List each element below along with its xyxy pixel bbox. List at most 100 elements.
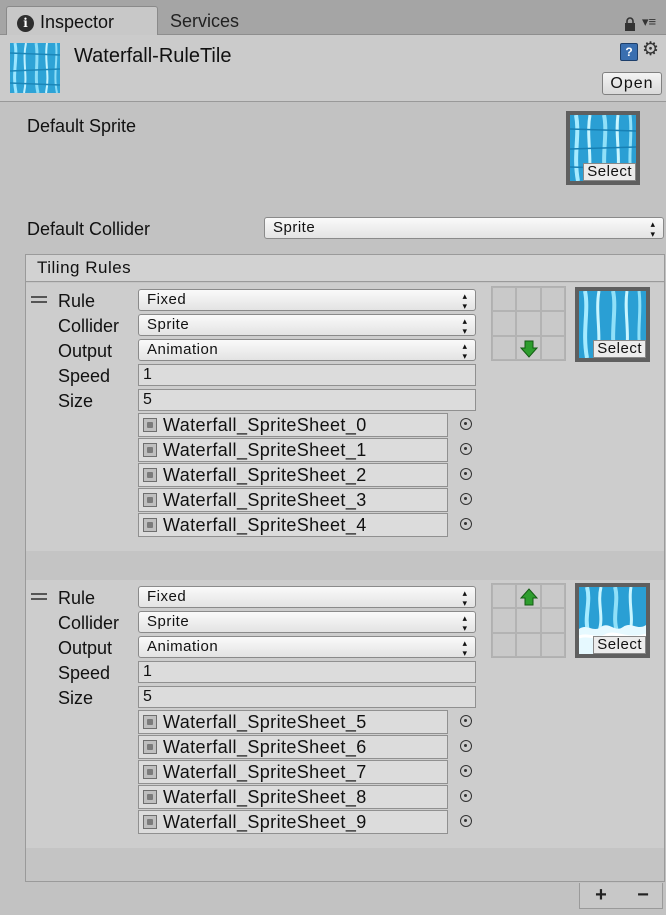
rule-value: Fixed xyxy=(147,291,187,308)
default-collider-dropdown[interactable]: Sprite ▴ ▾ xyxy=(264,217,664,239)
sprite-object-field[interactable]: Waterfall_SpriteSheet_7 xyxy=(138,760,448,784)
grid-cell[interactable] xyxy=(540,335,565,360)
remove-rule-button[interactable]: − xyxy=(622,883,664,907)
tab-bar: i Inspector Services ▾≡ xyxy=(0,0,666,36)
sprite-name: Waterfall_SpriteSheet_7 xyxy=(163,762,367,782)
default-collider-value: Sprite xyxy=(273,219,316,236)
lock-icon[interactable] xyxy=(624,15,636,31)
speed-label: Speed xyxy=(58,366,111,386)
rule-value: Fixed xyxy=(147,588,187,605)
sprite-name: Waterfall_SpriteSheet_2 xyxy=(163,465,367,485)
sprite-object-field[interactable]: Waterfall_SpriteSheet_4 xyxy=(138,513,448,537)
speed-input[interactable]: 1 xyxy=(138,661,476,683)
grid-cell[interactable] xyxy=(540,311,565,336)
collider-dropdown[interactable]: Sprite ▴ ▾ xyxy=(138,314,476,336)
grid-cell[interactable] xyxy=(492,311,517,336)
grid-cell[interactable] xyxy=(516,608,541,633)
rule-sprite-field[interactable]: Select xyxy=(575,287,650,362)
object-picker-icon[interactable] xyxy=(460,740,472,752)
default-sprite-label: Default Sprite xyxy=(27,116,137,136)
sprite-object-field[interactable]: Waterfall_SpriteSheet_0 xyxy=(138,413,448,437)
grid-cell[interactable] xyxy=(492,632,517,657)
sprite-object-field[interactable]: Waterfall_SpriteSheet_3 xyxy=(138,488,448,512)
object-picker-icon[interactable] xyxy=(460,418,472,430)
sprite-icon xyxy=(143,418,157,432)
sprite-object-field[interactable]: Waterfall_SpriteSheet_2 xyxy=(138,463,448,487)
dropdown-arrows-icon: ▴ ▾ xyxy=(650,219,656,239)
collider-label: Collider xyxy=(58,613,120,633)
object-picker-icon[interactable] xyxy=(460,765,472,777)
rule-sprite-select-button[interactable]: Select xyxy=(593,636,646,654)
open-button[interactable]: Open xyxy=(602,72,662,95)
size-label: Size xyxy=(58,391,94,411)
grid-cell[interactable] xyxy=(492,608,517,633)
sprite-object-field[interactable]: Waterfall_SpriteSheet_6 xyxy=(138,735,448,759)
grid-cell[interactable] xyxy=(540,632,565,657)
sprite-name: Waterfall_SpriteSheet_0 xyxy=(163,415,367,435)
object-picker-icon[interactable] xyxy=(460,815,472,827)
neighbor-rule-grid[interactable] xyxy=(491,583,566,658)
down-arrow-icon xyxy=(520,340,539,358)
rule-dropdown[interactable]: Fixed ▴ ▾ xyxy=(138,289,476,311)
grid-cell[interactable] xyxy=(492,287,517,312)
grid-cell[interactable] xyxy=(516,287,541,312)
grid-cell[interactable] xyxy=(516,311,541,336)
object-picker-icon[interactable] xyxy=(460,715,472,727)
grid-cell[interactable] xyxy=(540,287,565,312)
drag-handle-icon[interactable] xyxy=(31,296,47,303)
sprite-name: Waterfall_SpriteSheet_4 xyxy=(163,515,367,535)
output-value: Animation xyxy=(147,341,219,358)
size-input[interactable]: 5 xyxy=(138,389,476,411)
grid-cell[interactable] xyxy=(492,584,517,609)
output-dropdown[interactable]: Animation ▴ ▾ xyxy=(138,636,476,658)
dropdown-arrows-icon: ▴ ▾ xyxy=(462,613,468,633)
gear-icon[interactable]: ⚙ xyxy=(642,39,664,61)
dropdown-arrows-icon: ▴ ▾ xyxy=(462,316,468,336)
collider-dropdown[interactable]: Sprite ▴ ▾ xyxy=(138,611,476,633)
neighbor-rule-grid[interactable] xyxy=(491,286,566,361)
size-label: Size xyxy=(58,688,94,708)
object-picker-icon[interactable] xyxy=(460,518,472,530)
output-label: Output xyxy=(58,638,113,658)
rule-dropdown[interactable]: Fixed ▴ ▾ xyxy=(138,586,476,608)
tab-services[interactable]: Services xyxy=(160,6,280,36)
sprite-object-field[interactable]: Waterfall_SpriteSheet_5 xyxy=(138,710,448,734)
sprite-name: Waterfall_SpriteSheet_5 xyxy=(163,712,367,732)
speed-input[interactable]: 1 xyxy=(138,364,476,386)
rule-sprite-field[interactable]: Select xyxy=(575,583,650,658)
size-input[interactable]: 5 xyxy=(138,686,476,708)
sprite-icon xyxy=(143,790,157,804)
drag-handle-icon[interactable] xyxy=(31,593,47,600)
sprite-object-field[interactable]: Waterfall_SpriteSheet_1 xyxy=(138,438,448,462)
object-picker-icon[interactable] xyxy=(460,443,472,455)
output-value: Animation xyxy=(147,638,219,655)
asset-thumbnail xyxy=(9,42,61,94)
tab-inspector[interactable]: i Inspector xyxy=(6,6,158,36)
dropdown-arrows-icon: ▴ ▾ xyxy=(462,341,468,361)
asset-title: Waterfall-RuleTile xyxy=(74,45,232,67)
speed-label: Speed xyxy=(58,663,111,683)
sprite-name: Waterfall_SpriteSheet_3 xyxy=(163,490,367,510)
sprite-icon xyxy=(143,468,157,482)
rule-sprite-select-button[interactable]: Select xyxy=(593,340,646,358)
add-rule-button[interactable]: + xyxy=(580,883,622,907)
grid-cell[interactable] xyxy=(516,335,541,360)
help-book-icon[interactable]: ? xyxy=(620,43,638,61)
object-picker-icon[interactable] xyxy=(460,493,472,505)
object-picker-icon[interactable] xyxy=(460,790,472,802)
sprite-icon xyxy=(143,815,157,829)
object-picker-icon[interactable] xyxy=(460,468,472,480)
sprite-object-field[interactable]: Waterfall_SpriteSheet_9 xyxy=(138,810,448,834)
rule-label: Rule xyxy=(58,291,96,311)
context-menu-icon[interactable]: ▾≡ xyxy=(642,14,662,30)
default-sprite-select-button[interactable]: Select xyxy=(583,163,636,181)
grid-cell[interactable] xyxy=(540,608,565,633)
output-dropdown[interactable]: Animation ▴ ▾ xyxy=(138,339,476,361)
tiling-rules-header: Tiling Rules xyxy=(25,254,665,282)
grid-cell[interactable] xyxy=(516,632,541,657)
grid-cell[interactable] xyxy=(540,584,565,609)
default-sprite-field[interactable]: Select xyxy=(566,111,640,185)
grid-cell[interactable] xyxy=(516,584,541,609)
grid-cell[interactable] xyxy=(492,335,517,360)
sprite-object-field[interactable]: Waterfall_SpriteSheet_8 xyxy=(138,785,448,809)
